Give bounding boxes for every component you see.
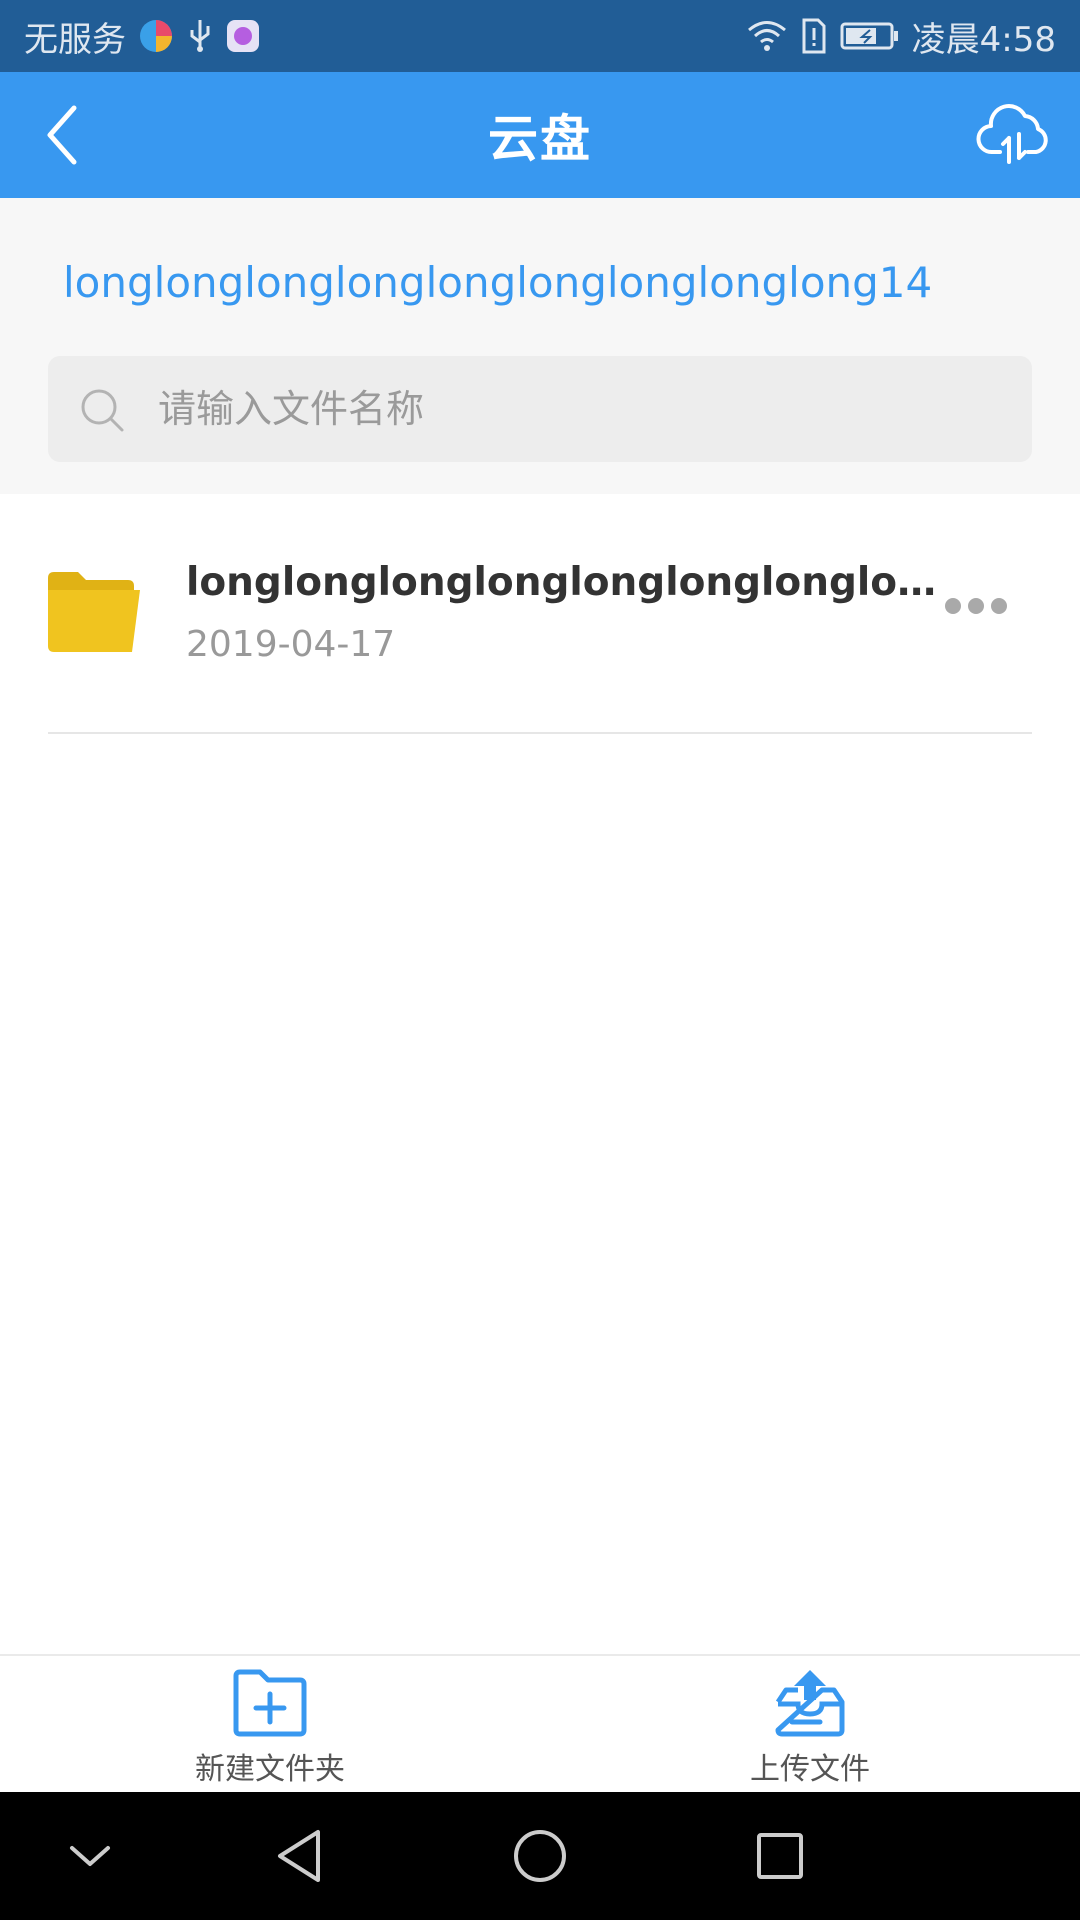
square-recents-icon: [757, 1833, 803, 1879]
wifi-icon: [746, 19, 788, 53]
nav-home-button[interactable]: [508, 1824, 572, 1888]
chevron-down-icon: [70, 1846, 110, 1866]
status-right: 凌晨4:58: [746, 12, 1056, 61]
search-icon: [81, 389, 124, 432]
list-item[interactable]: longlonglonglonglonglonglonglonglong 201…: [48, 494, 1032, 734]
system-navigation-bar: [0, 1792, 1080, 1920]
nav-collapse-button[interactable]: [58, 1824, 122, 1888]
upload-file-label: 上传文件: [750, 1752, 870, 1787]
folder-icon: [48, 572, 140, 652]
usb-icon: [186, 18, 214, 54]
chevron-left-icon: [47, 105, 77, 165]
status-bar: 无服务 凌晨4:58: [0, 0, 1080, 72]
bottom-action-bar: 新建文件夹 上传文件: [0, 1654, 1080, 1792]
circle-home-icon: [514, 1830, 566, 1882]
title-bar: 云盘: [0, 72, 1080, 198]
upload-file-button[interactable]: 上传文件: [540, 1656, 1080, 1792]
cloud-transfer-button[interactable]: [976, 98, 1052, 170]
search-input[interactable]: [158, 356, 998, 462]
file-date: 2019-04-17: [186, 624, 396, 665]
file-name: longlonglonglonglonglonglonglonglong: [186, 560, 946, 605]
more-options-button[interactable]: [944, 594, 1008, 618]
search-box[interactable]: [48, 356, 1032, 462]
page-title: 云盘: [488, 110, 592, 168]
browser-app-icon: [138, 18, 174, 54]
carrier-text: 无服务: [24, 19, 126, 60]
new-folder-button[interactable]: 新建文件夹: [0, 1656, 540, 1792]
breadcrumb[interactable]: longlonglonglonglonglonglonglonglong14: [63, 258, 932, 307]
sim-alert-icon: [800, 18, 828, 54]
cloud-transfer-icon: [976, 104, 1048, 164]
battery-charging-icon: [840, 21, 900, 51]
more-dots-icon: [945, 598, 1007, 614]
new-folder-icon: [233, 1669, 307, 1737]
nav-back-button[interactable]: [268, 1824, 332, 1888]
clock-text: 凌晨4:58: [911, 19, 1056, 60]
app-icon: [226, 19, 260, 53]
back-button[interactable]: [40, 102, 100, 168]
nav-recents-button[interactable]: [748, 1824, 812, 1888]
upload-tray-icon: [775, 1670, 845, 1737]
status-left: 无服务: [24, 12, 260, 61]
header-area: longlonglonglonglonglonglonglonglong14: [0, 198, 1080, 494]
triangle-back-icon: [278, 1830, 320, 1882]
new-folder-label: 新建文件夹: [195, 1752, 345, 1787]
